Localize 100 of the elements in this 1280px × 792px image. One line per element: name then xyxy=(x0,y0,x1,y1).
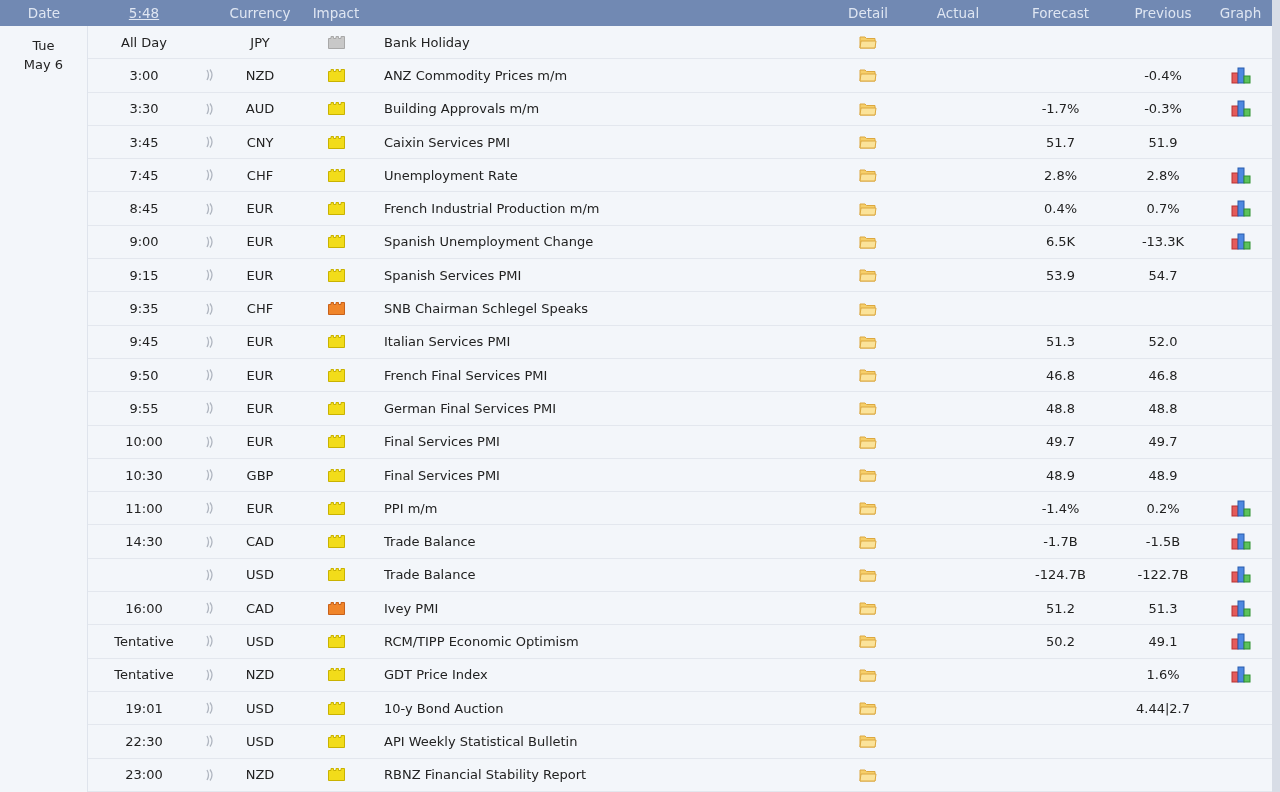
bar-chart-icon[interactable] xyxy=(1230,200,1251,218)
currency-cell: EUR xyxy=(246,367,274,383)
event-title[interactable]: API Weekly Statistical Bulletin xyxy=(372,733,578,749)
event-title[interactable]: Bank Holiday xyxy=(372,34,470,50)
event-title[interactable]: Building Approvals m/m xyxy=(372,101,540,117)
event-title[interactable]: SNB Chairman Schlegel Speaks xyxy=(372,301,589,316)
time-cell: 9:50 xyxy=(129,367,159,383)
bar-chart-icon[interactable] xyxy=(1230,633,1251,650)
event-title[interactable]: Spanish Services PMI xyxy=(372,267,522,283)
folder-icon[interactable] xyxy=(859,567,877,582)
folder-icon[interactable] xyxy=(859,534,877,549)
sound-icon[interactable] xyxy=(206,535,214,548)
previous-cell: 48.8 xyxy=(1148,400,1178,416)
event-title[interactable]: Ivey PMI xyxy=(372,600,439,616)
folder-icon[interactable] xyxy=(859,601,877,616)
sound-icon[interactable] xyxy=(206,702,214,715)
sound-icon[interactable] xyxy=(206,69,214,82)
folder-icon[interactable] xyxy=(859,135,877,150)
sound-icon[interactable] xyxy=(206,102,214,115)
sound-icon[interactable] xyxy=(206,435,214,448)
time-cell: 23:00 xyxy=(125,767,163,783)
sound-icon[interactable] xyxy=(206,369,214,382)
event-title[interactable]: Final Services PMI xyxy=(372,434,500,450)
event-title[interactable]: German Final Services PMI xyxy=(372,400,557,416)
folder-icon[interactable] xyxy=(859,68,877,83)
sound-icon[interactable] xyxy=(206,568,214,581)
event-title[interactable]: French Industrial Production m/m xyxy=(372,201,600,217)
previous-cell: 54.7 xyxy=(1148,267,1178,283)
event-title[interactable]: Caixin Services PMI xyxy=(372,134,511,150)
folder-icon[interactable] xyxy=(859,201,877,216)
folder-icon[interactable] xyxy=(859,268,877,283)
folder-icon[interactable] xyxy=(859,634,877,649)
bar-chart-icon[interactable] xyxy=(1230,100,1251,118)
column-header: Currency xyxy=(229,5,291,21)
folder-icon[interactable] xyxy=(859,168,877,183)
sound-icon[interactable] xyxy=(206,136,214,149)
event-title[interactable]: PPI m/m xyxy=(372,500,438,516)
sound-icon[interactable] xyxy=(206,668,214,681)
folder-icon[interactable] xyxy=(859,301,877,316)
folder-icon[interactable] xyxy=(859,701,877,716)
event-title[interactable]: RBNZ Financial Stability Report xyxy=(372,767,587,783)
event-title[interactable]: Spanish Unemployment Change xyxy=(372,234,594,250)
previous-cell: -13.3K xyxy=(1141,234,1185,250)
bar-chart-icon[interactable] xyxy=(1230,233,1251,251)
event-title[interactable]: GDT Price Index xyxy=(372,667,488,683)
event-title[interactable]: Trade Balance xyxy=(372,567,476,583)
sound-icon[interactable] xyxy=(206,335,214,348)
bar-chart-icon[interactable] xyxy=(1230,499,1251,517)
folder-icon[interactable] xyxy=(859,401,877,416)
folder-icon[interactable] xyxy=(859,501,877,516)
previous-cell: 2.8% xyxy=(1146,167,1180,183)
sound-icon[interactable] xyxy=(206,768,214,781)
bar-chart-icon[interactable] xyxy=(1230,566,1251,584)
folder-icon[interactable] xyxy=(859,101,877,116)
sound-icon[interactable] xyxy=(206,635,214,648)
previous-cell: -122.7B xyxy=(1137,567,1189,583)
event-title[interactable]: French Final Services PMI xyxy=(372,367,548,383)
previous-cell: -1.5B xyxy=(1145,534,1181,550)
time-cell: All Day xyxy=(121,34,167,50)
bar-chart-icon[interactable] xyxy=(1230,666,1251,684)
time-cell: 16:00 xyxy=(125,600,163,616)
folder-icon[interactable] xyxy=(859,368,877,383)
previous-cell: 49.1 xyxy=(1148,634,1178,649)
event-title[interactable]: Italian Services PMI xyxy=(372,334,511,350)
sound-icon[interactable] xyxy=(206,502,214,515)
folder-icon[interactable] xyxy=(859,334,877,349)
bar-chart-icon[interactable] xyxy=(1230,66,1251,84)
forecast-cell: -1.7% xyxy=(1041,101,1080,117)
event-title[interactable]: 10-y Bond Auction xyxy=(372,700,504,716)
sound-icon[interactable] xyxy=(206,269,214,282)
bar-chart-icon[interactable] xyxy=(1230,599,1251,617)
sound-icon[interactable] xyxy=(206,735,214,748)
time-cell: 19:01 xyxy=(125,700,163,716)
time-cell: Tentative xyxy=(114,634,174,649)
sound-icon[interactable] xyxy=(206,602,214,615)
event-title[interactable]: Final Services PMI xyxy=(372,467,500,483)
sound-icon[interactable] xyxy=(206,402,214,415)
previous-cell: 1.6% xyxy=(1146,667,1180,683)
event-title[interactable]: RCM/TIPP Economic Optimism xyxy=(372,634,579,649)
bar-chart-icon[interactable] xyxy=(1230,166,1251,184)
folder-icon[interactable] xyxy=(859,667,877,682)
bar-chart-icon[interactable] xyxy=(1230,533,1251,551)
folder-icon[interactable] xyxy=(859,734,877,749)
event-title[interactable]: Trade Balance xyxy=(372,534,476,550)
folder-icon[interactable] xyxy=(859,767,877,782)
folder-icon[interactable] xyxy=(859,468,877,482)
folder-icon[interactable] xyxy=(859,234,877,249)
sound-icon[interactable] xyxy=(206,469,214,481)
time-cell: 9:00 xyxy=(129,234,159,250)
event-title[interactable]: Unemployment Rate xyxy=(372,167,518,183)
sound-icon[interactable] xyxy=(206,302,214,315)
event-title[interactable]: ANZ Commodity Prices m/m xyxy=(372,67,568,83)
sound-icon[interactable] xyxy=(206,235,214,248)
folder-icon[interactable] xyxy=(859,35,877,50)
column-header: Actual xyxy=(936,5,980,21)
column-header: Previous xyxy=(1134,5,1192,21)
sound-icon[interactable] xyxy=(206,202,214,215)
sound-icon[interactable] xyxy=(206,169,214,182)
folder-icon[interactable] xyxy=(859,434,877,449)
time-cell: 9:55 xyxy=(129,400,159,416)
